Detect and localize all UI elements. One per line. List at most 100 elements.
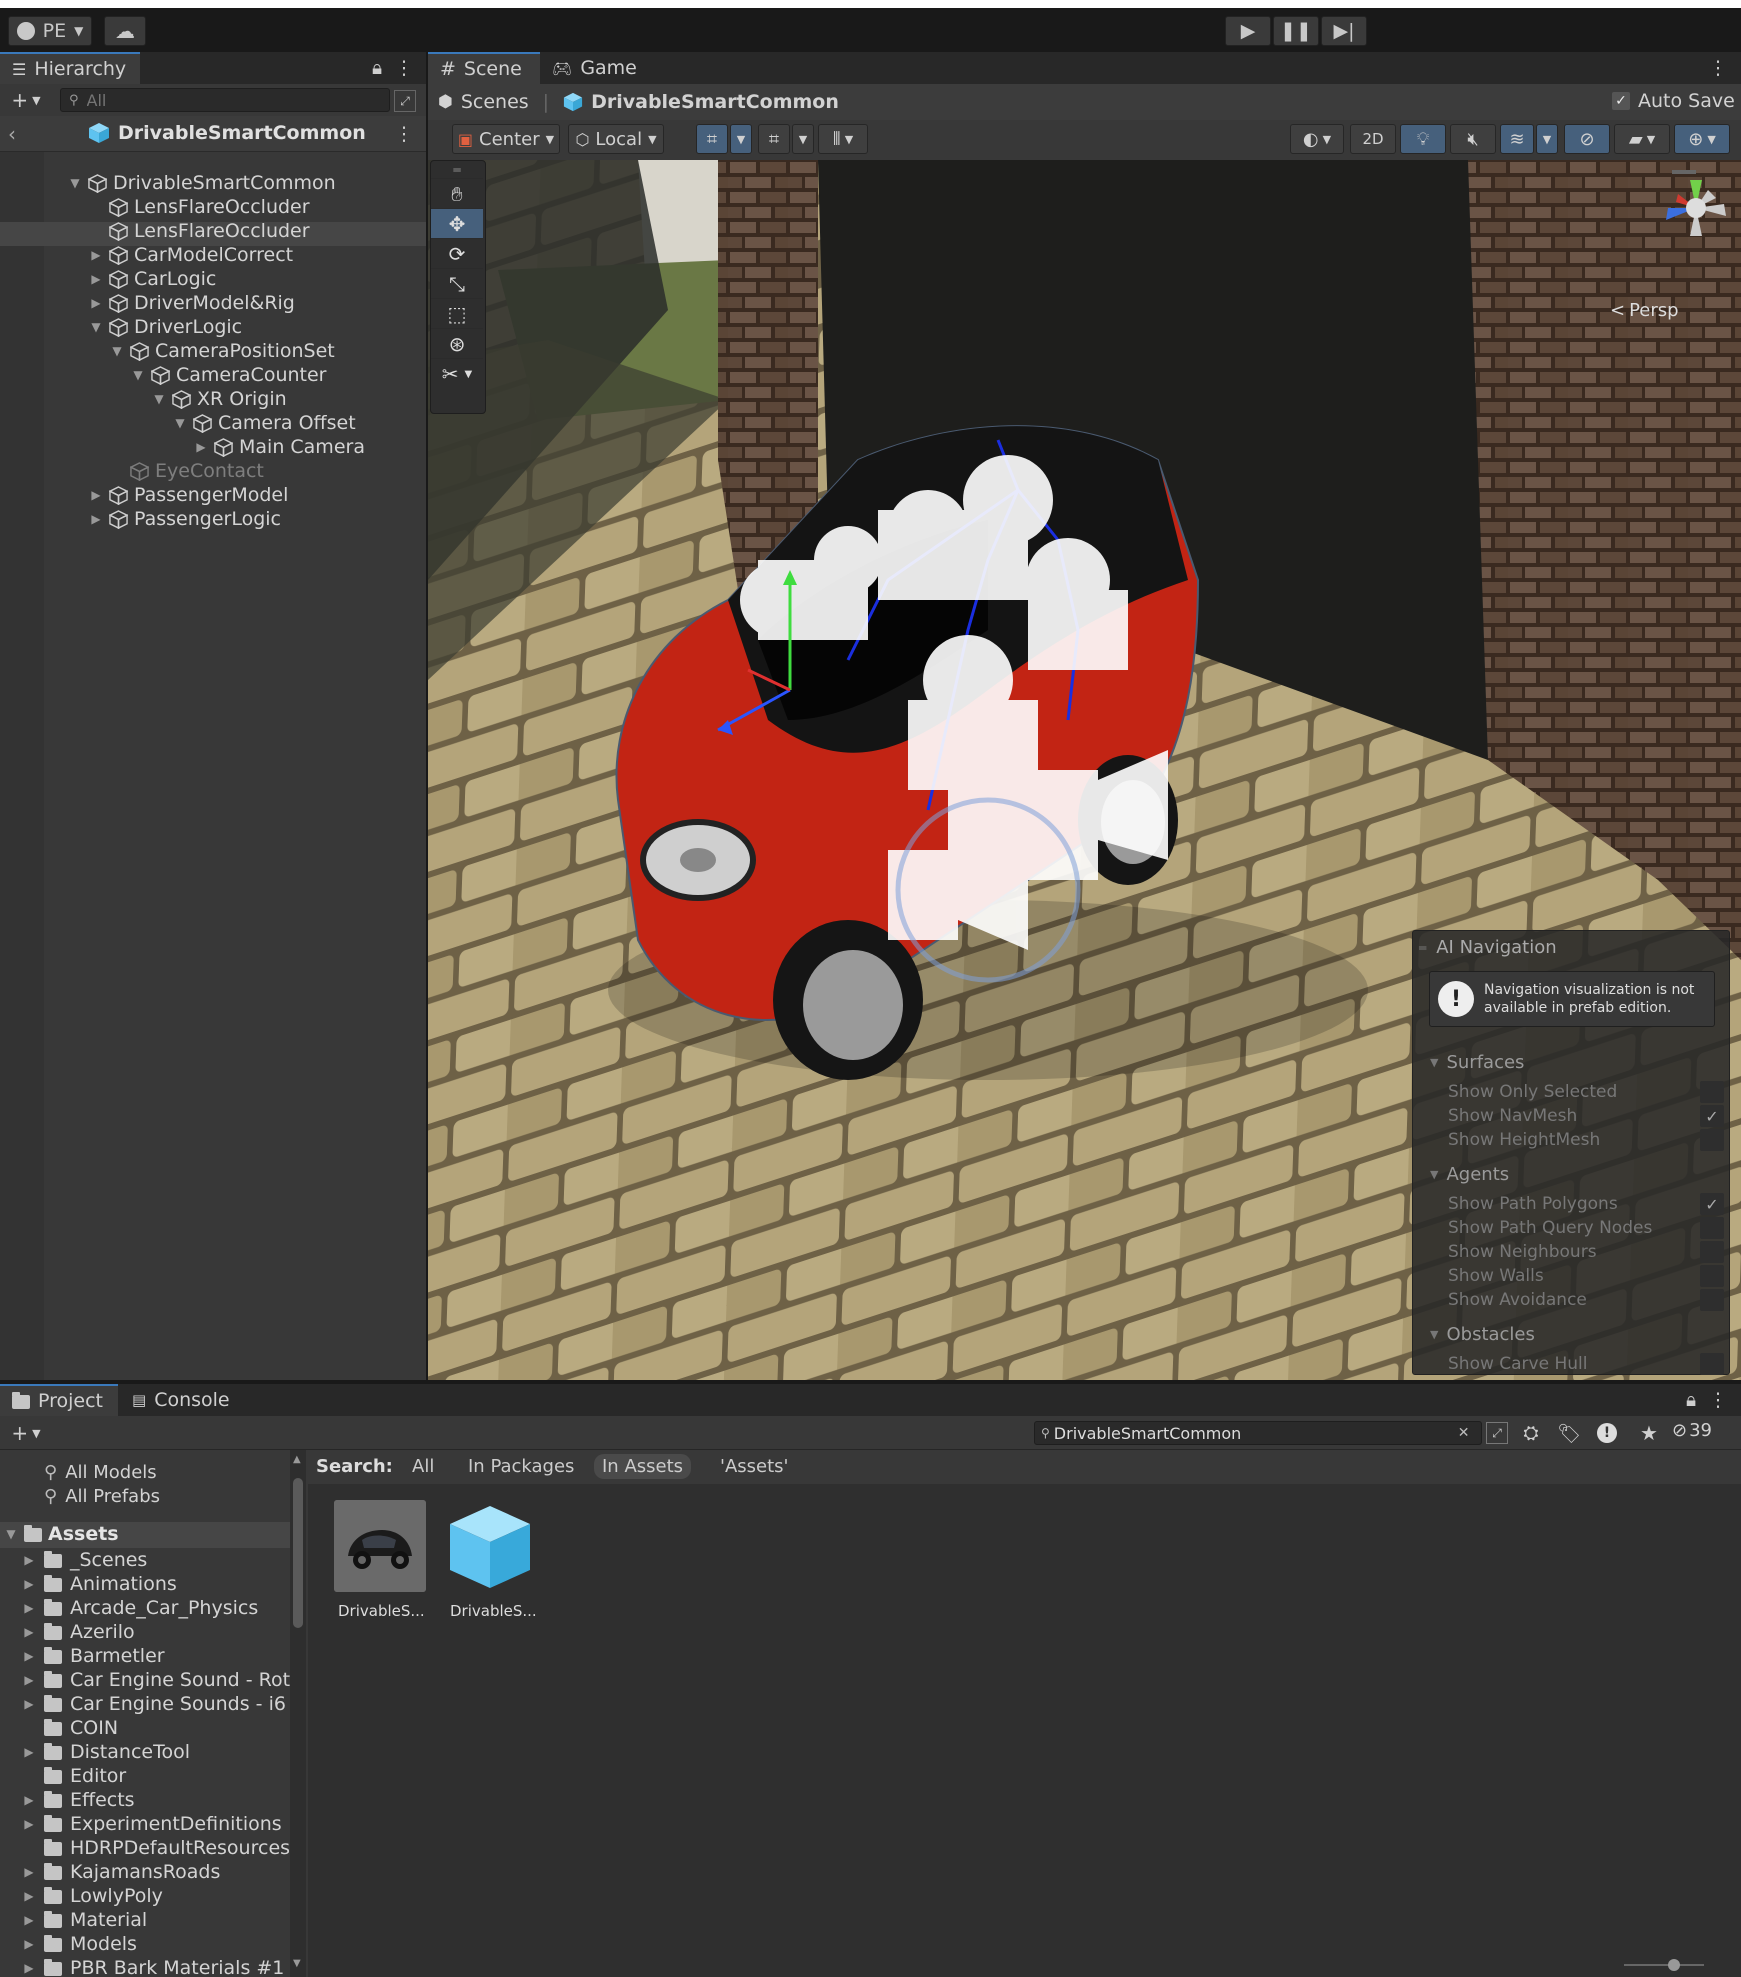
hierarchy-item[interactable]: LensFlareOccluder: [89, 195, 310, 219]
expanded-triangle-icon[interactable]: ▼: [89, 320, 103, 334]
rotate-tool-button[interactable]: ⟳: [431, 239, 483, 269]
collapsed-triangle-icon[interactable]: ▶: [22, 1577, 36, 1591]
scroll-up-icon[interactable]: ▲: [293, 1454, 301, 1465]
pivot-rotation-dropdown[interactable]: ⬡ Local ▼: [568, 124, 664, 154]
nav-section-header[interactable]: ▼ Agents: [1430, 1164, 1509, 1185]
hierarchy-item[interactable]: ▶ CarModelCorrect: [89, 243, 293, 267]
scene-search-icon[interactable]: ⤢: [394, 90, 416, 112]
audio-toggle[interactable]: 🔇︎: [1450, 124, 1496, 154]
kebab-menu-icon[interactable]: ⋮: [394, 56, 414, 80]
asset-folder[interactable]: ▶ Arcade_Car_Physics: [22, 1596, 258, 1620]
asset-folder[interactable]: ▶ KajamansRoads: [22, 1860, 220, 1884]
project-search-field[interactable]: ⚲ ✕: [1034, 1421, 1482, 1445]
hierarchy-item[interactable]: ▼ CameraCounter: [131, 363, 326, 387]
favorites-star-icon[interactable]: ★: [1634, 1420, 1664, 1446]
clear-search-icon[interactable]: ✕: [1458, 1425, 1470, 1441]
tree-scrollbar-thumb[interactable]: [293, 1478, 303, 1628]
collapsed-triangle-icon[interactable]: ▶: [22, 1745, 36, 1759]
increment-snap-dropdown[interactable]: ▼: [792, 124, 814, 154]
collapsed-triangle-icon[interactable]: ▶: [22, 1817, 36, 1831]
lock-icon[interactable]: 🔒︎: [1680, 1388, 1702, 1412]
collapsed-triangle-icon[interactable]: ▶: [22, 1553, 36, 1567]
tab-game[interactable]: 🎮︎ Game: [540, 52, 640, 84]
expanded-triangle-icon[interactable]: ▼: [131, 368, 145, 382]
create-add-button[interactable]: + ▼: [6, 1421, 46, 1445]
icon-size-slider-handle[interactable]: [1668, 1959, 1680, 1971]
perspective-toggle[interactable]: < Persp: [1610, 300, 1679, 321]
checkbox-checked-icon[interactable]: ✓: [1612, 92, 1630, 110]
search-scope-option[interactable]: 'Assets': [712, 1454, 796, 1479]
kebab-menu-icon[interactable]: ⋮: [1708, 1388, 1728, 1412]
breadcrumb-scenes[interactable]: Scenes: [461, 91, 529, 113]
lighting-toggle[interactable]: 💡︎: [1400, 124, 1446, 154]
scene-visibility-toggle[interactable]: ⊘: [1564, 124, 1610, 154]
asset-folder[interactable]: ▶ LowlyPoly: [22, 1884, 163, 1908]
asset-folder[interactable]: COIN: [22, 1716, 118, 1740]
nav-section-header[interactable]: ▼ Surfaces: [1430, 1052, 1524, 1073]
collapsed-triangle-icon[interactable]: ▶: [89, 512, 103, 526]
account-dropdown[interactable]: PE ▼: [8, 16, 92, 46]
favorite-all-models[interactable]: ⚲ All Models: [44, 1462, 157, 1483]
effects-toggle[interactable]: ≋: [1500, 124, 1534, 154]
scene-search-icon[interactable]: ⤢: [1486, 1422, 1508, 1444]
camera-settings-dropdown[interactable]: ▰ ▼: [1614, 124, 1670, 154]
scroll-down-icon[interactable]: ▼: [293, 1958, 301, 1969]
move-tool-button[interactable]: ✥: [431, 209, 483, 239]
tree-scrollbar[interactable]: ▲ ▼: [290, 1450, 306, 1977]
collapsed-triangle-icon[interactable]: ▶: [22, 1913, 36, 1927]
expanded-triangle-icon[interactable]: ▼: [110, 344, 124, 358]
collapsed-triangle-icon[interactable]: ▶: [22, 1961, 36, 1975]
prefab-menu-icon[interactable]: ⋮: [394, 122, 414, 146]
transform-tool-button[interactable]: ⊛: [431, 329, 483, 359]
collapsed-triangle-icon[interactable]: ▶: [89, 248, 103, 262]
play-button[interactable]: ▶: [1225, 16, 1271, 46]
collapsed-triangle-icon[interactable]: ▶: [194, 440, 208, 454]
lock-icon[interactable]: 🔒︎: [366, 56, 388, 80]
grid-visibility-dropdown[interactable]: ⦀ ▼: [818, 124, 868, 154]
collapsed-triangle-icon[interactable]: ▶: [22, 1625, 36, 1639]
asset-folder[interactable]: ▶ Effects: [22, 1788, 134, 1812]
toggle-2d-button[interactable]: 2D: [1350, 124, 1396, 154]
asset-folder[interactable]: ▶ Car Engine Sound - Rota: [22, 1668, 292, 1692]
collapsed-triangle-icon[interactable]: ▶: [22, 1793, 36, 1807]
hierarchy-item[interactable]: ▶ PassengerModel: [89, 483, 288, 507]
collapsed-triangle-icon[interactable]: ▶: [22, 1601, 36, 1615]
asset-folder[interactable]: ▶ Material: [22, 1908, 147, 1932]
auto-save-toggle[interactable]: ✓ Auto Save: [1612, 90, 1735, 112]
draw-mode-dropdown[interactable]: ◐ ▼: [1290, 124, 1344, 154]
hierarchy-item[interactable]: ▶ CarLogic: [89, 267, 216, 291]
nav-option-checkbox[interactable]: [1700, 1217, 1724, 1239]
asset-folder[interactable]: ▶ Azerilo: [22, 1620, 134, 1644]
gizmos-dropdown[interactable]: ⊕ ▼: [1674, 124, 1730, 154]
collapsed-triangle-icon[interactable]: ▶: [22, 1937, 36, 1951]
palette-drag-handle[interactable]: ═: [431, 161, 483, 179]
expanded-triangle-icon[interactable]: ▼: [68, 176, 82, 190]
collapsed-triangle-icon[interactable]: ▶: [22, 1673, 36, 1687]
grid-snap-toggle[interactable]: ⌗: [696, 124, 728, 154]
nav-option-checkbox[interactable]: [1700, 1265, 1724, 1287]
asset-folder[interactable]: ▶ ExperimentDefinitions: [22, 1812, 281, 1836]
nav-option-checkbox[interactable]: [1700, 1081, 1724, 1103]
asset-folder[interactable]: ▶ DistanceTool: [22, 1740, 190, 1764]
pause-button[interactable]: ❚❚: [1273, 16, 1319, 46]
expanded-triangle-icon[interactable]: ▼: [173, 416, 187, 430]
hidden-packages-toggle[interactable]: ⊘ 39: [1672, 1420, 1712, 1441]
nav-option-checkbox[interactable]: [1700, 1289, 1724, 1311]
asset-folder[interactable]: ▶ Barmetler: [22, 1644, 164, 1668]
breadcrumb-prefab[interactable]: DrivableSmartCommon: [591, 91, 839, 113]
effects-dropdown[interactable]: ▼: [1536, 124, 1558, 154]
collapsed-triangle-icon[interactable]: ▶: [22, 1889, 36, 1903]
grid-snap-dropdown[interactable]: ▼: [730, 124, 752, 154]
nav-option-checkbox[interactable]: [1700, 1353, 1724, 1375]
pivot-mode-dropdown[interactable]: ▣ Center ▼: [452, 124, 560, 154]
hierarchy-item[interactable]: ▼ DriverLogic: [89, 315, 242, 339]
collapsed-triangle-icon[interactable]: ▶: [22, 1865, 36, 1879]
assets-root[interactable]: ▼ Assets: [4, 1523, 118, 1545]
collapsed-triangle-icon[interactable]: ▶: [89, 272, 103, 286]
hierarchy-item[interactable]: ▶ Main Camera: [194, 435, 365, 459]
result-thumb-car[interactable]: [334, 1500, 426, 1592]
collapsed-triangle-icon[interactable]: ▶: [22, 1697, 36, 1711]
hierarchy-item[interactable]: LensFlareOccluder: [89, 219, 310, 243]
result-label[interactable]: DrivableS...: [338, 1602, 425, 1620]
collapsed-triangle-icon[interactable]: ▶: [89, 296, 103, 310]
